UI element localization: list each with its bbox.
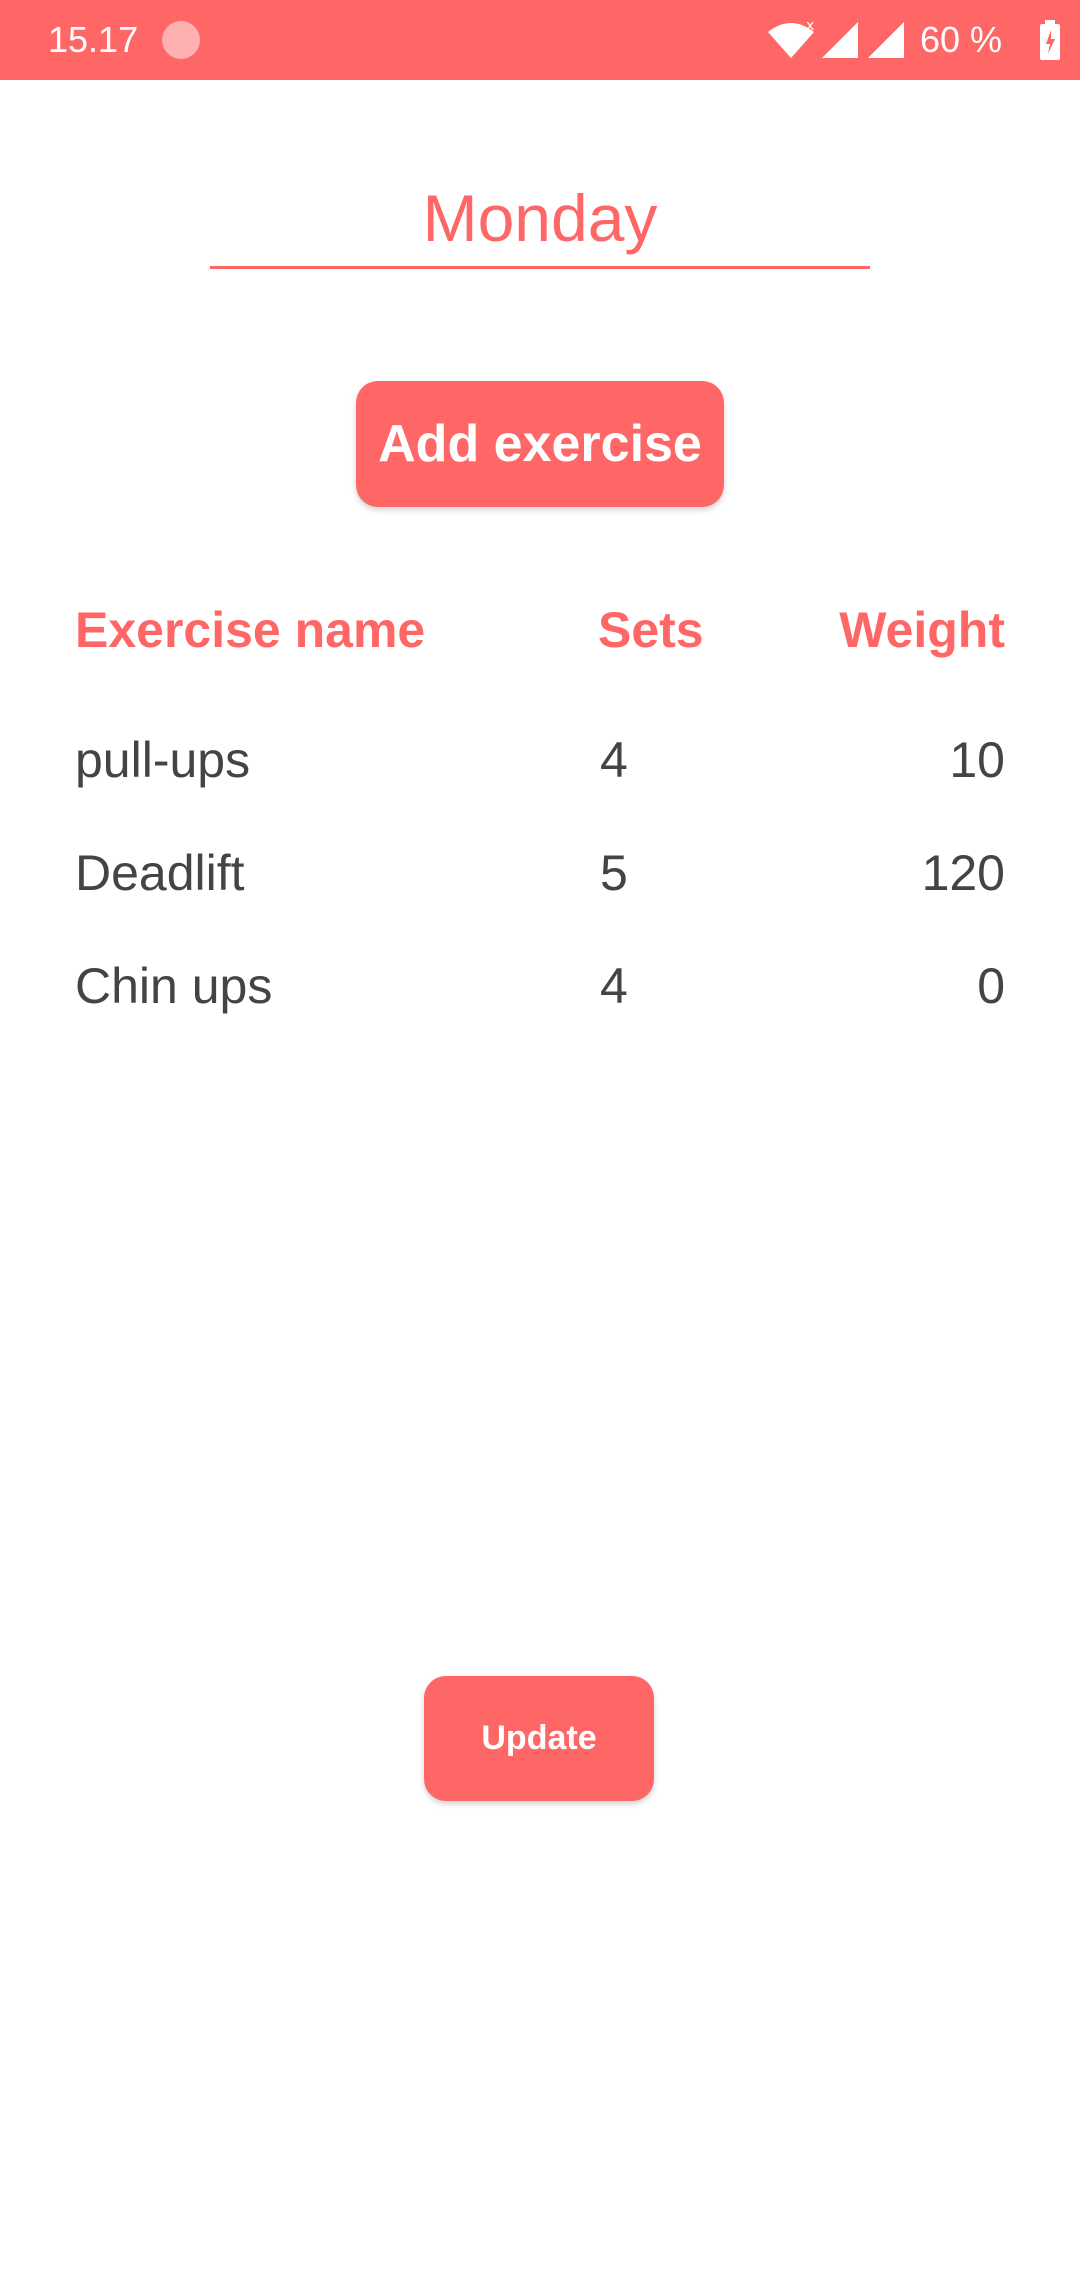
day-title-field[interactable]: Monday	[210, 172, 870, 269]
cell-signal-icon	[866, 20, 906, 65]
svg-text:x: x	[806, 18, 814, 34]
exercise-sets: 4	[600, 958, 628, 1014]
add-exercise-button[interactable]: Add exercise	[356, 381, 724, 507]
exercise-weight: 120	[921, 845, 1005, 901]
wifi-icon: x	[766, 18, 816, 67]
table-row[interactable]: Deadlift 5 120	[75, 833, 1005, 946]
table-row[interactable]: pull-ups 4 10	[75, 720, 1005, 833]
notification-dot-icon	[162, 21, 200, 59]
status-time: 15.17	[48, 19, 139, 60]
exercise-table: Exercise name Sets Weight pull-ups 4 10 …	[75, 590, 1005, 1059]
exercise-name: Chin ups	[75, 958, 273, 1014]
exercise-sets: 5	[600, 845, 628, 901]
exercise-sets: 4	[600, 732, 628, 788]
battery-percentage: 60 %	[920, 19, 1003, 60]
status-indicators: x 60 %	[750, 0, 1080, 80]
cell-signal-icon	[820, 20, 860, 65]
exercise-weight: 10	[949, 732, 1005, 788]
table-header-row: Exercise name Sets Weight	[75, 590, 1005, 720]
battery-icon	[1038, 18, 1062, 67]
header-weight: Weight	[839, 602, 1005, 658]
header-sets: Sets	[598, 602, 704, 658]
exercise-weight: 0	[977, 958, 1005, 1014]
table-row[interactable]: Chin ups 4 0	[75, 946, 1005, 1059]
status-bar: 15.17 x 60 %	[0, 0, 1080, 80]
header-exercise-name: Exercise name	[75, 602, 426, 658]
update-button[interactable]: Update	[424, 1676, 654, 1801]
screen: 15.17 x 60 % Monday Add exercise Exercis…	[0, 0, 1080, 2280]
exercise-name: Deadlift	[75, 845, 245, 901]
day-title: Monday	[422, 181, 658, 255]
exercise-name: pull-ups	[75, 732, 251, 788]
